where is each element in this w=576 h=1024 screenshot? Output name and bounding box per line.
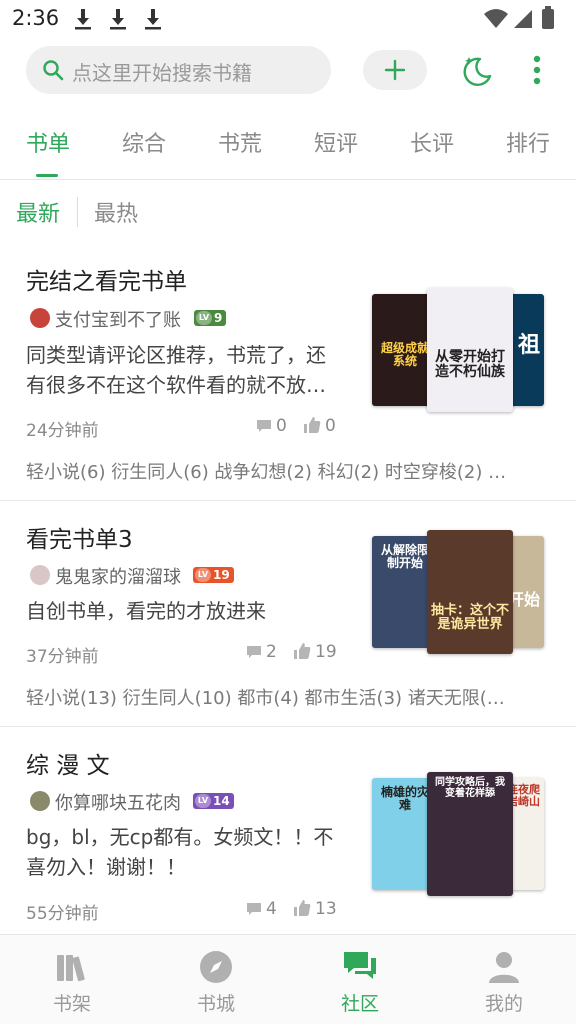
avatar [30, 308, 50, 328]
card-time: 55分钟前 [26, 904, 99, 924]
wifi-icon [484, 9, 508, 28]
book-list-card[interactable]: 完结之看完书单 支付宝到不了账 LV 9 同类型请评论区推荐，书荒了，还有很多不在… [0, 252, 576, 500]
search-placeholder: 点这里开始搜索书籍 [72, 61, 252, 85]
nav-label: 我的 [484, 993, 523, 1015]
book-cover: 从零开始打造不朽仙族 [427, 288, 513, 412]
status-icons [484, 6, 554, 29]
search-bar[interactable]: 点这里开始搜索书籍 [26, 46, 331, 94]
book-list-card[interactable]: 综 漫 文 你算哪块五花肉 LV 14 bg，bl，无cp都有。女频文！！不喜勿入… [0, 736, 576, 934]
comment-icon [247, 903, 261, 915]
add-button[interactable] [363, 50, 427, 90]
nav-profile[interactable]: 我的 [432, 935, 576, 1024]
card-description: 自创书单，看完的才放进来 [26, 599, 266, 623]
download-icon [145, 9, 161, 30]
comment-count: 4 [246, 899, 277, 919]
nav-label: 书城 [196, 993, 235, 1015]
bookshelf-icon [57, 955, 85, 982]
tab-general[interactable]: 综合 [122, 126, 166, 158]
card-author: 支付宝到不了账 [55, 310, 181, 331]
cover-stack: 楠雄的灾难 太宰连夜爬上了岩崎山 同学攻略后，我变着花样舔 [372, 772, 544, 902]
person-icon [489, 952, 519, 983]
sort-hottest[interactable]: 最热 [94, 196, 138, 228]
card-author: 你算哪块五花肉 [55, 793, 181, 814]
signal-icon [514, 10, 532, 28]
tab-long-review[interactable]: 长评 [410, 126, 454, 158]
tab-indicator [36, 174, 58, 177]
nav-community[interactable]: 社区 [288, 935, 432, 1024]
avatar [30, 791, 50, 811]
status-bar: 2:36 [0, 0, 576, 40]
card-tags: 轻小说(13) 衍生同人(10) 都市(4) 都市生活(3) 诸天无限(… [26, 688, 505, 709]
card-author: 鬼鬼家的溜溜球 [55, 567, 181, 588]
book-cover: 同学攻略后，我变着花样舔 [427, 772, 513, 896]
divider [0, 726, 576, 727]
book-cover: 抽卡：这个不是诡异世界 [427, 530, 513, 654]
comment-icon [247, 646, 261, 658]
nav-bookstore[interactable]: 书城 [144, 935, 288, 1024]
comment-icon [257, 420, 271, 432]
card-title: 看完书单3 [26, 527, 133, 553]
cover-stack: 从解除限制开始 开始 抽卡：这个不是诡异世界 [372, 530, 544, 660]
nav-label: 书架 [52, 993, 91, 1015]
battery-icon [542, 9, 554, 29]
tab-ranking[interactable]: 排行 [506, 126, 550, 158]
bottom-navigation: 书架 书城 社区 我的 [0, 934, 576, 1024]
sort-latest[interactable]: 最新 [16, 196, 60, 228]
card-time: 24分钟前 [26, 421, 99, 441]
more-menu-icon[interactable] [524, 55, 550, 85]
plus-icon [384, 59, 406, 81]
card-description: bg，bl，无cp都有。女频文！！不喜勿入！谢谢！！ [26, 825, 334, 879]
comment-count: 2 [246, 642, 277, 662]
card-tags: 轻小说(6) 衍生同人(6) 战争幻想(2) 科幻(2) 时空穿梭(2) … [26, 462, 507, 483]
night-mode-icon[interactable] [460, 54, 494, 88]
download-icon [75, 9, 91, 30]
cover-stack: 超级成就系统 祖 从零开始打造不朽仙族 [372, 288, 544, 418]
nav-bookshelf[interactable]: 书架 [0, 935, 144, 1024]
category-tabs: 书单 综合 书荒 短评 长评 排行 [0, 118, 576, 180]
like-count[interactable]: 19 [293, 642, 337, 662]
level-badge: LV 9 [194, 310, 227, 326]
search-icon [43, 60, 64, 81]
thumbs-up-icon [294, 643, 311, 659]
book-list-card[interactable]: 看完书单3 鬼鬼家的溜溜球 LV 19 自创书单，看完的才放进来 37分钟前 2 … [0, 510, 576, 726]
avatar [30, 565, 50, 585]
download-icon [110, 9, 126, 30]
card-time: 37分钟前 [26, 647, 99, 667]
divider [0, 500, 576, 501]
divider [0, 179, 576, 180]
compass-icon [200, 951, 232, 983]
tab-book-shortage[interactable]: 书荒 [218, 126, 262, 158]
level-badge: LV 19 [193, 567, 234, 583]
nav-label: 社区 [340, 993, 379, 1015]
chat-bubbles-icon [344, 952, 376, 979]
thumbs-up-icon [294, 900, 311, 916]
comment-count: 0 [256, 416, 287, 436]
card-title: 完结之看完书单 [26, 269, 187, 295]
like-count[interactable]: 13 [293, 899, 337, 919]
like-count[interactable]: 0 [303, 416, 336, 436]
card-description: 同类型请评论区推荐，书荒了，还有很多不在这个软件看的就不放… [26, 343, 326, 397]
divider [77, 197, 78, 227]
card-title: 综 漫 文 [26, 753, 110, 779]
sort-filter: 最新 最热 [0, 196, 300, 228]
level-badge: LV 14 [193, 793, 234, 809]
tab-book-list[interactable]: 书单 [26, 126, 70, 158]
status-time: 2:36 [12, 6, 60, 30]
tab-short-review[interactable]: 短评 [314, 126, 358, 158]
thumbs-up-icon [304, 417, 321, 433]
